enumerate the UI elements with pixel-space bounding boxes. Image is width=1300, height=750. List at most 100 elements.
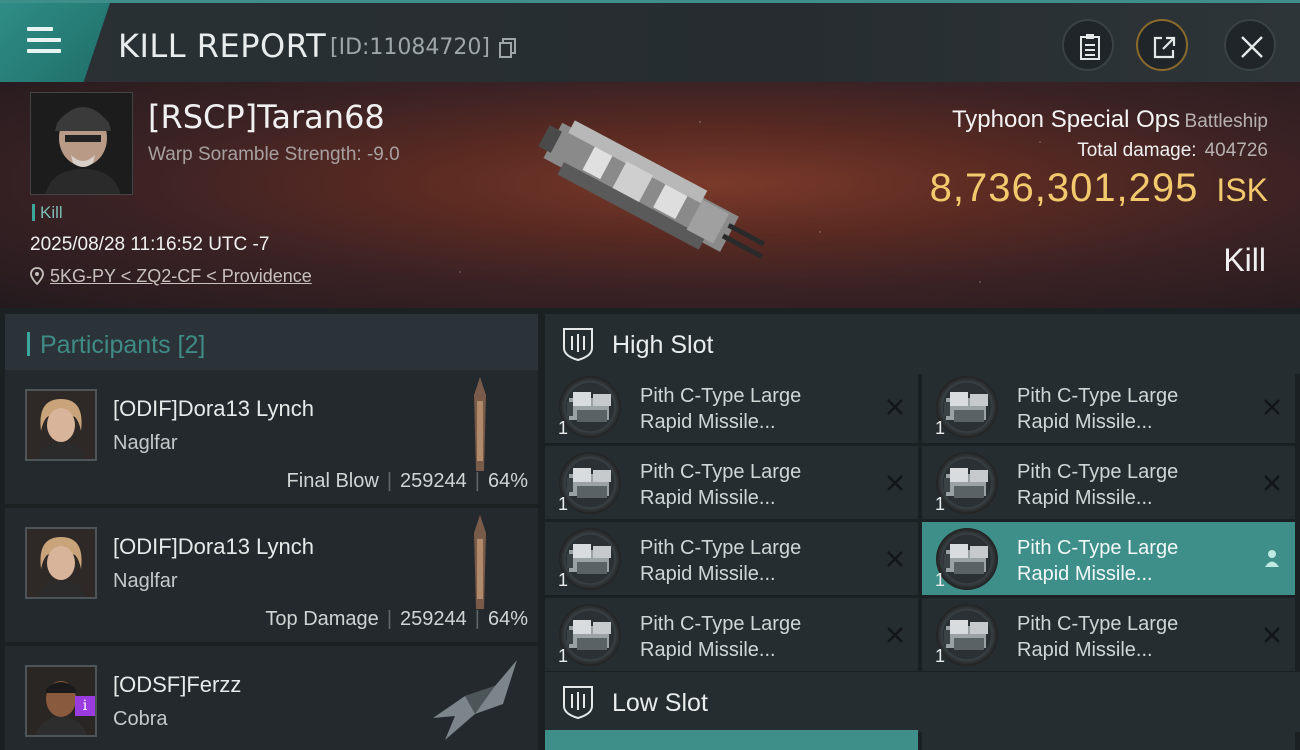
fitting-panel: High Slot 1 Pith C-Type Large Rapid Missil… [540,308,1300,750]
location-link[interactable]: 5KG-PY < ZQ2-CF < Providence [50,266,312,286]
participants-title: Participants [2] [40,331,206,359]
dreadnought-ship-icon [474,515,486,609]
dreadnought-ship-icon [474,377,486,471]
isk-unit: ISK [1216,172,1268,208]
destroyed-icon [1264,399,1280,415]
share-button[interactable] [1136,19,1188,71]
destroyed-icon [887,551,903,567]
module-quantity: 1 [935,570,946,590]
module-quantity: 1 [558,646,569,666]
module-name: Pith C-Type Large Rapid Missile... [640,613,802,661]
page-title: KILL REPORT [118,27,327,65]
missile-launcher-icon [936,452,998,514]
hamburger-icon [27,27,61,60]
participant-percent: 64% [487,470,528,492]
module-name: Pith C-Type Large Rapid Missile... [640,385,802,433]
participant-ship: Naglfar [113,570,178,592]
pilot-avatar [31,93,132,194]
low-slot-module-partial[interactable] [922,730,1295,750]
participant-damage: 259244 [400,470,467,492]
module-name: Pith C-Type Large Rapid Missile... [1017,613,1179,661]
destroyed-icon [887,475,903,491]
module-name: Pith C-Type Large Rapid Missile... [640,461,802,509]
participant-name[interactable]: [ODSF]Ferzz [113,672,241,698]
missile-launcher-icon [936,528,998,590]
kill-tag: Kill [32,204,63,221]
missile-launcher-icon [559,528,621,590]
clipboard-button[interactable] [1062,19,1114,71]
victim-ship-image[interactable] [520,102,780,282]
module-item[interactable]: 1 Pith C-Type Large Rapid Missile... [545,522,918,595]
module-name: Pith C-Type Large Rapid Missile... [1017,385,1179,433]
missile-launcher-icon [559,452,621,514]
module-quantity: 1 [558,494,569,514]
menu-button[interactable] [0,3,110,82]
destroyed-icon [887,399,903,415]
location: 5KG-PY < ZQ2-CF < Providence [30,266,312,287]
missile-launcher-icon [559,604,621,666]
warp-scramble-strength: Warp Soramble Strength: -9.0 [148,144,400,165]
participants-panel: Participants [2] [ODIF]Dora13 Lynch Nagl… [0,308,540,750]
participant-role: Top Damage [265,608,379,630]
clipboard-icon [1080,34,1100,60]
close-button[interactable] [1224,19,1276,71]
result-label: Kill [1223,242,1266,278]
missile-launcher-icon [936,376,998,438]
participant-name[interactable]: [ODIF]Dora13 Lynch [113,534,314,560]
participant-ship: Cobra [113,708,168,730]
participant-stats: Final Blow | 259244 | 64% [286,470,528,492]
module-quantity: 1 [935,418,946,438]
module-item[interactable]: 1 Pith C-Type Large Rapid Missile... [545,598,918,671]
kill-timestamp: 2025/08/28 11:16:52 UTC -7 [30,234,270,255]
module-item[interactable]: 1 Pith C-Type Large Rapid Missile... [922,370,1295,443]
person-icon [1265,550,1279,567]
high-slot-icon [563,328,593,362]
participant-card[interactable]: [ODIF]Dora13 Lynch Naglfar Final Blow | 25… [5,370,538,504]
participant-name[interactable]: [ODIF]Dora13 Lynch [113,396,314,422]
victim-portrait[interactable] [30,92,133,195]
report-id: [ID:11084720] [330,35,490,60]
participant-role: Final Blow [286,470,379,492]
participant-stats: Top Damage | 259244 | 64% [265,608,528,630]
share-icon [1153,36,1176,59]
module-item[interactable]: 1 Pith C-Type Large Rapid Missile... [922,598,1295,671]
module-item[interactable]: 1 Pith C-Type Large Rapid Missile... [545,370,918,443]
module-quantity: 1 [558,418,569,438]
participant-avatar[interactable] [25,389,97,461]
participant-ship: Naglfar [113,432,178,454]
info-badge: i [75,696,95,716]
module-quantity: 1 [935,646,946,666]
module-name: Pith C-Type Large Rapid Missile... [1017,461,1179,509]
high-slot-header: High Slot [545,314,1300,374]
location-pin-icon [30,267,44,285]
module-item[interactable]: 1 Pith C-Type Large Rapid Missile... [922,522,1295,595]
participant-card[interactable]: [ODIF]Dora13 Lynch Naglfar Top Damage | 25… [5,508,538,642]
participant-damage: 259244 [400,608,467,630]
module-quantity: 1 [558,570,569,590]
close-icon [1241,36,1263,58]
ship-info: Typhoon Special Ops Battleship Total dam… [930,106,1268,211]
ship-name[interactable]: Typhoon Special Ops [952,106,1180,133]
total-damage-label: Total damage: [1077,140,1197,161]
low-slot-module-partial[interactable] [545,730,918,750]
module-item[interactable]: 1 Pith C-Type Large Rapid Missile... [545,446,918,519]
copy-icon[interactable] [499,38,517,58]
low-slot-icon [563,686,593,720]
missile-launcher-icon [559,376,621,438]
ship-class: Battleship [1184,111,1268,132]
participant-card[interactable]: i [ODSF]Ferzz Cobra [5,646,538,750]
cobra-ship-icon [433,660,517,740]
module-name: Pith C-Type Large Rapid Missile... [1017,537,1179,585]
participant-percent: 64% [487,608,528,630]
module-quantity: 1 [935,494,946,514]
total-damage-value: 404726 [1204,140,1268,161]
kill-banner: [RSCP]Taran68 Warp Soramble Strength: -9… [0,82,1300,308]
module-item[interactable]: 1 Pith C-Type Large Rapid Missile... [922,446,1295,519]
participants-header: Participants [2] [5,314,538,374]
missile-launcher-icon [936,604,998,666]
destroyed-icon [1264,627,1280,643]
victim-name[interactable]: [RSCP]Taran68 [148,98,385,136]
participant-avatar[interactable] [25,527,97,599]
low-slot-label: Low Slot [612,689,708,717]
high-slot-label: High Slot [612,331,714,359]
